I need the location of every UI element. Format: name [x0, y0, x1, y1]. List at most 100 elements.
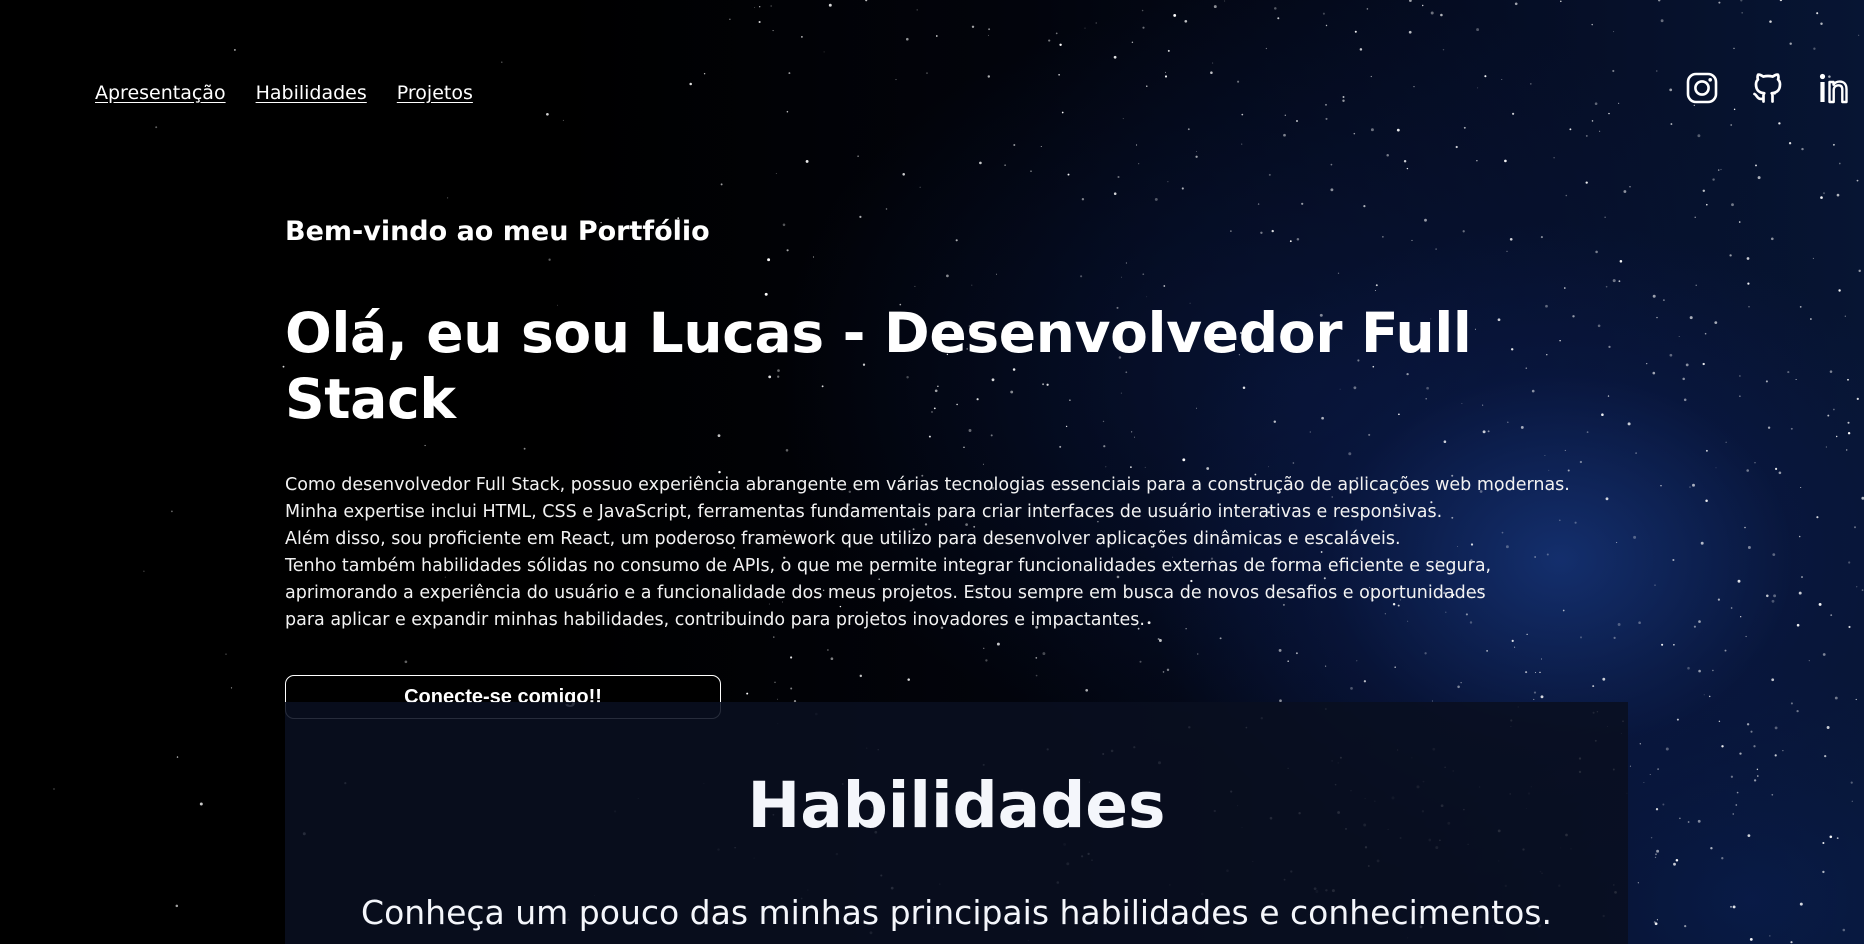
intro-line: Como desenvolvedor Full Stack, possuo ex… [285, 475, 1570, 495]
star [1649, 774, 1651, 775]
star [1477, 87, 1479, 89]
star [1627, 422, 1631, 426]
nav-link-habilidades[interactable]: Habilidades [256, 82, 367, 104]
star [1757, 775, 1759, 777]
star [1790, 941, 1793, 944]
star [1847, 421, 1850, 424]
star [1703, 694, 1705, 696]
star [1673, 862, 1676, 866]
star [1142, 26, 1145, 29]
star [1670, 123, 1673, 125]
star [1730, 124, 1733, 126]
star [1705, 449, 1708, 452]
star [1796, 623, 1800, 627]
star [1779, 0, 1783, 2]
star [1131, 41, 1134, 43]
star [1822, 192, 1826, 195]
star [199, 802, 203, 806]
star [1635, 452, 1637, 454]
skills-title: Habilidades [747, 769, 1166, 842]
intro-paragraph: Como desenvolvedor Full Stack, possuo ex… [285, 472, 1605, 634]
star [1241, 113, 1244, 116]
star [919, 186, 921, 188]
star [1181, 187, 1184, 190]
star [1058, 74, 1060, 76]
star [1771, 599, 1775, 603]
star [1585, 181, 1588, 184]
star [729, 18, 731, 20]
star [1655, 808, 1659, 811]
star [1342, 96, 1345, 98]
star [1654, 856, 1657, 859]
star [1650, 836, 1653, 839]
star [1775, 467, 1778, 470]
star [1767, 426, 1771, 429]
star [1848, 625, 1851, 629]
github-icon[interactable] [1750, 70, 1786, 106]
star [1829, 835, 1833, 839]
star [1789, 42, 1792, 45]
star [1675, 858, 1679, 862]
star [1654, 584, 1656, 586]
instagram-icon[interactable] [1684, 70, 1720, 106]
star [1325, 117, 1328, 120]
star [1370, 128, 1374, 132]
star [1697, 819, 1701, 823]
star [1048, 39, 1051, 42]
star [1637, 882, 1639, 884]
star [1746, 723, 1750, 726]
star [1733, 108, 1736, 111]
star [1605, 285, 1608, 288]
star [1788, 142, 1792, 145]
linkedin-icon[interactable] [1816, 70, 1852, 106]
star [1816, 516, 1819, 519]
star [916, 9, 918, 11]
star [230, 687, 233, 689]
star [1736, 791, 1739, 794]
star [1844, 315, 1846, 317]
star [1618, 280, 1621, 283]
star [1682, 377, 1685, 381]
star [1685, 363, 1689, 367]
star [1854, 526, 1856, 529]
star [1725, 441, 1727, 443]
star [1824, 754, 1827, 758]
page-title: Olá, eu sou Lucas - Desenvolvedor Full S… [285, 301, 1472, 431]
star [1724, 649, 1727, 652]
star [720, 183, 723, 186]
star [1141, 9, 1144, 12]
star [689, 82, 692, 86]
main-nav: Apresentação Habilidades Projetos [95, 82, 473, 104]
star [988, 28, 991, 31]
star [1591, 120, 1594, 122]
star [1421, 4, 1424, 7]
star [1684, 924, 1687, 928]
star [1687, 821, 1690, 823]
skills-section: Habilidades Conheça um pouco das minhas … [285, 702, 1628, 944]
star [1623, 190, 1627, 193]
star [1732, 813, 1734, 815]
star [1463, 126, 1466, 129]
star [1406, 167, 1409, 170]
star [1665, 747, 1669, 751]
star [823, 51, 825, 53]
star [1612, 279, 1616, 283]
star [1858, 269, 1861, 273]
star [1801, 147, 1804, 151]
star [1714, 321, 1718, 324]
star [1585, 134, 1588, 137]
nav-link-projetos[interactable]: Projetos [397, 82, 473, 104]
star [1061, 111, 1064, 114]
star [1084, 27, 1086, 29]
star [1850, 781, 1853, 784]
nav-link-apresentacao[interactable]: Apresentação [95, 82, 226, 104]
star [1790, 702, 1793, 705]
star [1813, 47, 1816, 50]
star [1827, 414, 1830, 417]
star [1782, 750, 1784, 752]
star [1605, 497, 1609, 501]
star [1646, 362, 1648, 365]
star [1842, 928, 1846, 932]
star [1656, 70, 1658, 72]
star [805, 159, 809, 163]
